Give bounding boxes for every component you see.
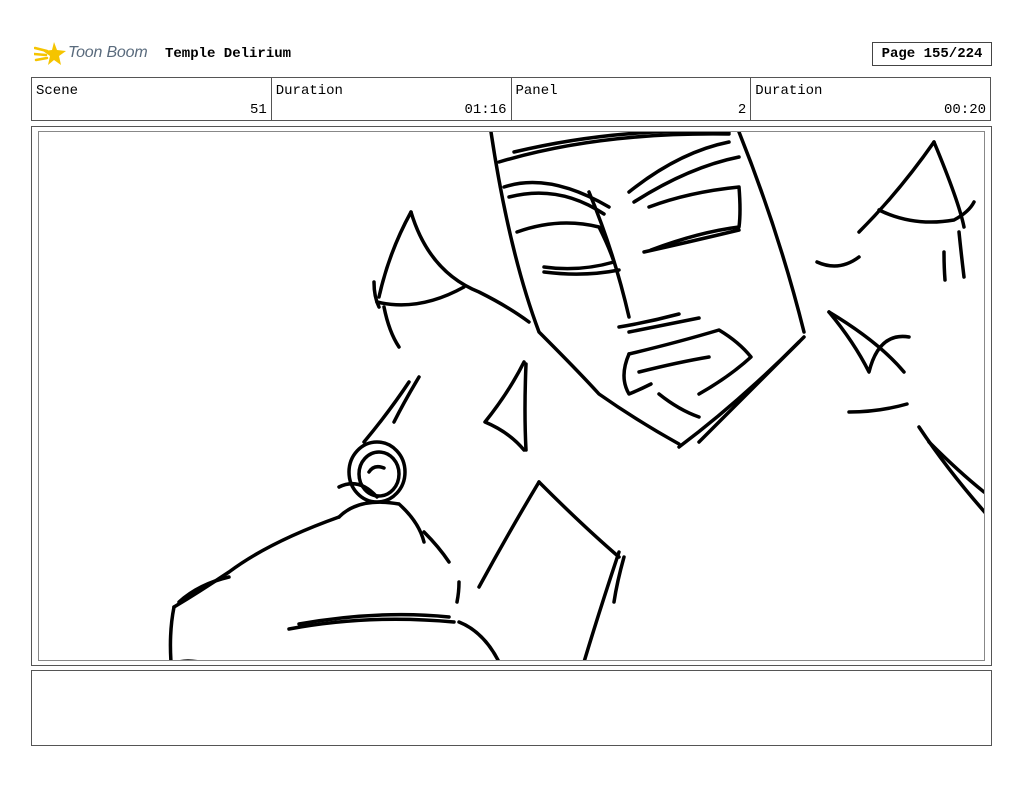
panel-duration-cell: Duration 00:20 — [751, 78, 990, 120]
page-indicator: Page 155/224 — [872, 42, 992, 66]
scene-duration-cell: Duration 01:16 — [272, 78, 512, 120]
panel-label: Panel — [515, 83, 558, 99]
scene-duration-value: 01:16 — [464, 102, 507, 118]
scene-label: Scene — [36, 83, 79, 99]
toon-boom-logo: Toon Boom — [34, 38, 160, 70]
storyboard-panel-image — [38, 131, 985, 661]
project-title: Temple Delirium — [165, 46, 292, 62]
panel-notes-box — [31, 670, 992, 746]
panel-cell: Panel 2 — [512, 78, 752, 120]
scene-info-bar: Scene 51 Duration 01:16 Panel 2 Duration… — [31, 77, 991, 121]
scene-duration-label: Duration — [275, 83, 343, 99]
scene-value: 51 — [249, 102, 267, 118]
star-burst-icon — [34, 42, 66, 65]
panel-duration-value: 00:20 — [943, 102, 986, 118]
panel-value: 2 — [737, 102, 747, 118]
panel-duration-label: Duration — [755, 83, 823, 99]
sketch-drawing — [168, 132, 984, 660]
logo-text: Toon Boom — [68, 44, 148, 61]
storyboard-panel-frame — [31, 126, 992, 666]
scene-cell: Scene 51 — [32, 78, 272, 120]
